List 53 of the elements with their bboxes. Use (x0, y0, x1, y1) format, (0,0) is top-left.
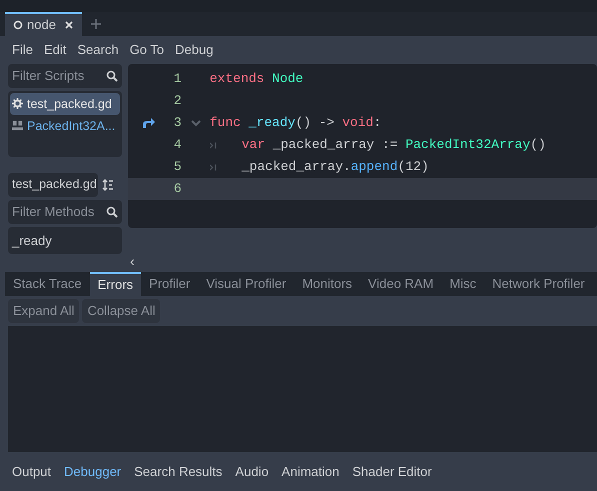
filter-scripts-field[interactable]: Filter Scripts (12, 66, 98, 86)
section-tab[interactable]: Visual Profiler (198, 272, 294, 296)
menu-item[interactable]: Edit (44, 40, 66, 60)
menu-item[interactable]: File (12, 40, 33, 60)
menu-item[interactable]: Debug (175, 40, 214, 60)
bottom-panel-tab[interactable]: Audio (235, 462, 269, 482)
line-number: 6 (172, 180, 182, 198)
code-line: extends Node (210, 70, 304, 88)
menu-item[interactable]: Go To (130, 40, 164, 60)
section-tab[interactable]: Video RAM (360, 272, 442, 296)
override-arrow-icon[interactable] (142, 117, 156, 129)
line-number: 1 (172, 70, 182, 88)
book-icon (12, 120, 23, 132)
filter-scripts-box[interactable]: Filter Scripts (8, 64, 122, 88)
code-line: _packed_array.append(12) (242, 158, 429, 176)
filter-methods-box[interactable]: Filter Methods (8, 200, 122, 224)
section-tab[interactable]: Network Profiler (484, 272, 593, 296)
script-item[interactable]: test_packed.gd (10, 92, 120, 115)
add-icon[interactable] (90, 18, 102, 30)
section-tab[interactable]: Profiler (141, 272, 198, 296)
code-line: var _packed_array := PackedInt32Array() (242, 136, 546, 154)
line-number: 5 (172, 158, 182, 176)
close-icon[interactable] (64, 20, 74, 30)
section-tab[interactable]: Stack Trace (5, 272, 90, 296)
script-item[interactable]: PackedInt32A... (10, 114, 120, 137)
scene-tab[interactable]: node (5, 12, 82, 36)
circle-icon (13, 20, 23, 30)
code-editor[interactable]: 1 extends Node 2 3 func _ready() -> void: 4 var _packed_array := PackedInt32Array() 5 _packed_array.append(12) 6 (128, 64, 597, 228)
filter-methods-field[interactable]: Filter Methods (12, 202, 102, 222)
current-script-label: test_packed.gd (8, 172, 98, 197)
section-tab[interactable]: Misc (442, 272, 484, 296)
bottom-panel-tab[interactable]: Debugger (64, 462, 122, 482)
gear-icon (12, 98, 23, 110)
tab-marker-icon (210, 164, 217, 170)
search-icon (106, 206, 118, 218)
search-icon (106, 70, 118, 82)
error-button[interactable]: Expand All (8, 299, 80, 323)
bottom-panel-tab[interactable]: Animation (282, 462, 340, 482)
bottom-panel-tab[interactable]: Shader Editor (352, 462, 432, 482)
error-button[interactable]: Collapse All (82, 299, 160, 323)
section-tab[interactable]: Monitors (294, 272, 360, 296)
code-line: func _ready() -> void: (210, 114, 382, 132)
section-tab[interactable]: Errors (90, 272, 142, 296)
tab-marker-icon (210, 142, 217, 148)
line-number: 3 (172, 114, 182, 132)
line-number: 2 (172, 92, 182, 110)
menu-item[interactable]: Search (77, 40, 119, 60)
bottom-panel-tab[interactable]: Search Results (134, 462, 222, 482)
sort-icon[interactable] (102, 178, 114, 191)
bottom-panel-tab[interactable]: Output (12, 462, 52, 482)
line-number: 4 (172, 136, 182, 154)
tab-label: node (27, 16, 56, 34)
collapse-arrow[interactable]: ‹ (130, 254, 135, 268)
